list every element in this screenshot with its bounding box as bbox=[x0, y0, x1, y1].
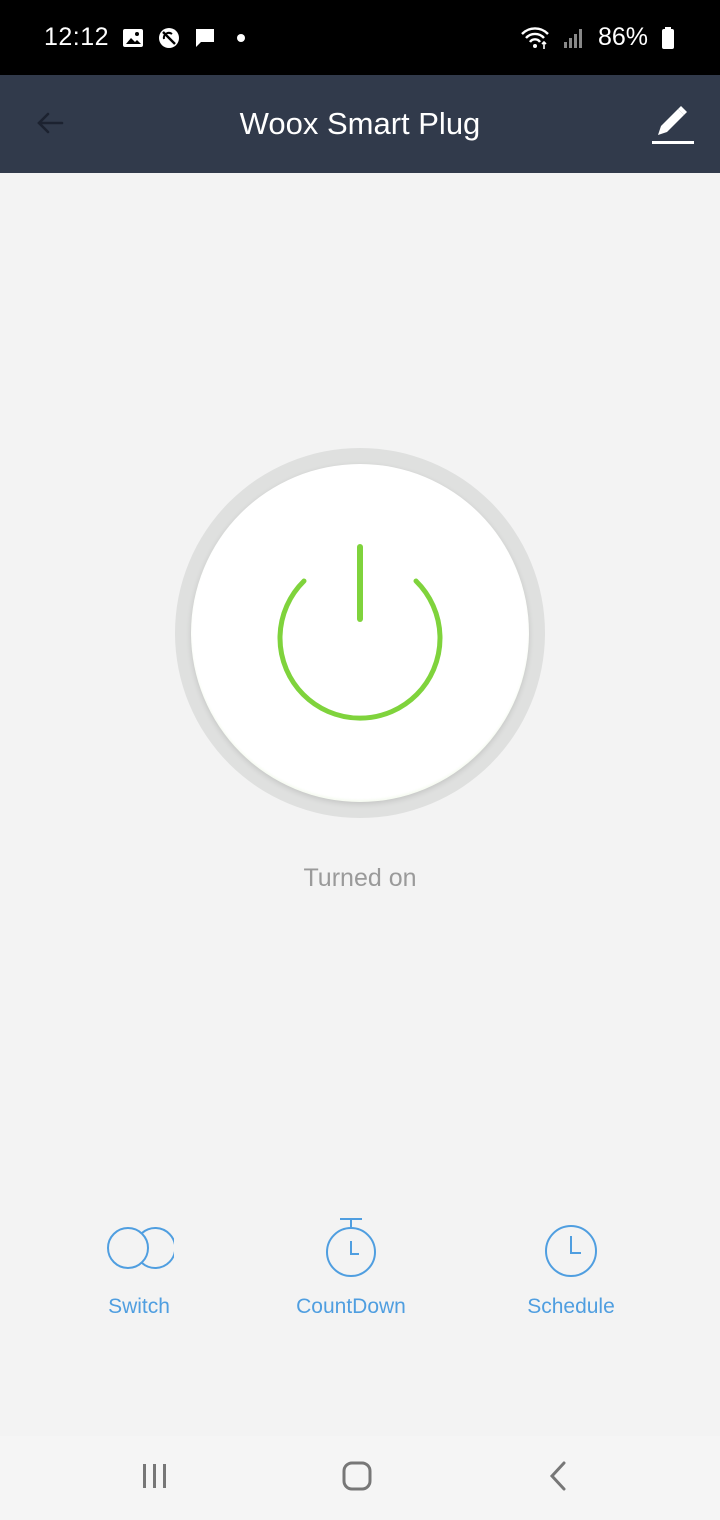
app-bar: Woox Smart Plug bbox=[0, 75, 720, 173]
battery-icon bbox=[660, 26, 676, 50]
schedule-label: Schedule bbox=[527, 1295, 615, 1318]
home-button[interactable] bbox=[327, 1454, 387, 1502]
back-button[interactable] bbox=[30, 105, 70, 145]
power-state-label: Turned on bbox=[303, 864, 417, 892]
system-nav-bar bbox=[0, 1436, 720, 1520]
page-title: Woox Smart Plug bbox=[239, 106, 481, 141]
clock-icon bbox=[536, 1215, 606, 1281]
power-icon bbox=[270, 541, 450, 726]
recents-button[interactable] bbox=[125, 1454, 185, 1502]
signal-icon bbox=[562, 26, 586, 50]
power-button[interactable] bbox=[191, 464, 529, 802]
chat-icon bbox=[193, 26, 217, 50]
action-row: Switch CountDown Schedule bbox=[0, 1215, 720, 1335]
edit-button[interactable] bbox=[650, 103, 696, 149]
recents-icon bbox=[140, 1462, 170, 1495]
dot-icon bbox=[229, 26, 253, 50]
switch-label: Switch bbox=[108, 1295, 170, 1318]
wifi-icon bbox=[520, 26, 550, 50]
back-icon bbox=[546, 1460, 570, 1497]
image-icon bbox=[121, 26, 145, 50]
switch-action[interactable]: Switch bbox=[39, 1215, 239, 1335]
status-time: 12:12 bbox=[44, 23, 110, 51]
home-icon bbox=[341, 1460, 373, 1497]
status-right: 86% bbox=[520, 23, 676, 52]
stopwatch-icon bbox=[316, 1215, 386, 1281]
back-arrow-icon bbox=[34, 107, 66, 144]
screen: 12:12 86% Woox Smart Plug Turned on Swit… bbox=[0, 0, 720, 1520]
pencil-icon bbox=[650, 101, 696, 152]
status-bar: 12:12 86% bbox=[0, 0, 720, 75]
schedule-action[interactable]: Schedule bbox=[471, 1215, 671, 1335]
nav-back-button[interactable] bbox=[528, 1454, 588, 1502]
no-sync-icon bbox=[157, 26, 181, 50]
countdown-label: CountDown bbox=[296, 1295, 406, 1318]
battery-percent: 86% bbox=[597, 23, 648, 51]
switch-icon bbox=[104, 1215, 174, 1281]
status-left: 12:12 bbox=[44, 23, 253, 52]
countdown-action[interactable]: CountDown bbox=[251, 1215, 451, 1335]
